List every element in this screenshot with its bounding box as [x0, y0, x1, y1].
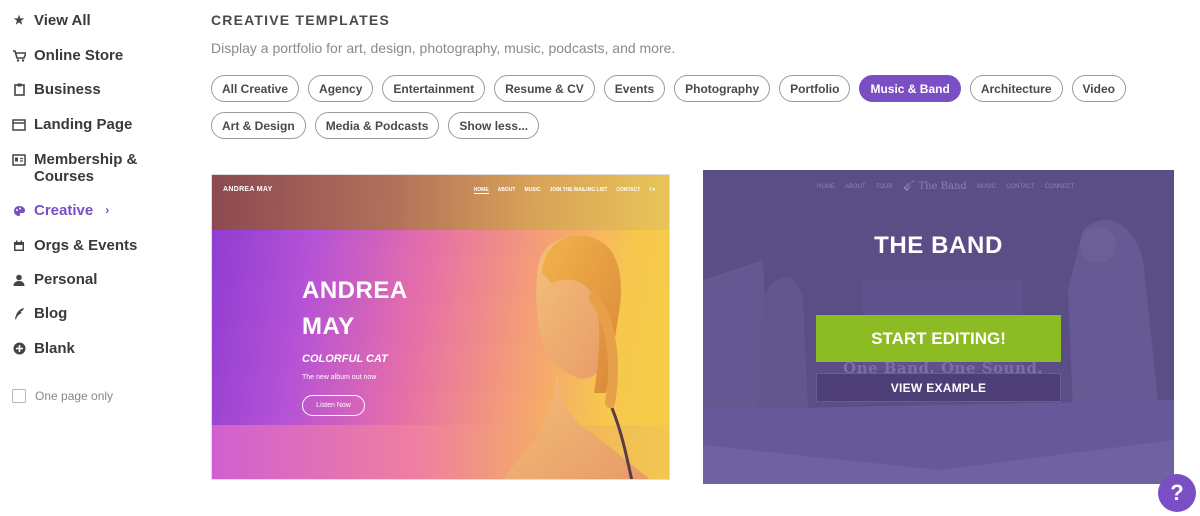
filter-chip-art-design[interactable]: Art & Design [211, 112, 306, 139]
filter-chip-portfolio[interactable]: Portfolio [779, 75, 851, 102]
sidebar-item-label: Blog [34, 305, 68, 322]
sidebar-item-label: Orgs & Events [34, 237, 138, 254]
andrea-tagline: The new album out now [302, 374, 377, 381]
band-nav-connect: CONNECT [1044, 183, 1075, 190]
template-card-the-band[interactable]: HOME ABOUT TOUR 🎸︎ The Band MUSIC CONTAC… [703, 170, 1174, 484]
band-nav-contact: CONTACT [1006, 183, 1035, 190]
andrea-menu-home: HOME [473, 187, 489, 194]
template-card-andrea-may[interactable]: ANDREA MAY HOME ABOUT MUSIC JOIN THE MAI… [211, 174, 670, 480]
star-icon: ★ [13, 13, 25, 27]
sidebar-item-label: Creative [34, 202, 94, 219]
andrea-menu-mailing-list: JOIN THE MAILING LIST [549, 187, 608, 193]
filter-chip-media-podcasts[interactable]: Media & Podcasts [314, 112, 440, 139]
filter-chips: All Creative Agency Entertainment Resume… [211, 75, 1171, 139]
band-nav-logo: 🎸︎ The Band [903, 181, 967, 192]
quill-icon [12, 305, 26, 322]
portrait-image [503, 235, 650, 479]
sidebar-item-personal[interactable]: Personal [12, 271, 97, 288]
cart-icon [12, 47, 26, 64]
andrea-logo: ANDREA MAY [223, 186, 273, 193]
band-nav-tour: TOUR [875, 183, 893, 190]
start-editing-button[interactable]: START EDITING! [816, 315, 1061, 362]
band-logo-text: The Band [918, 181, 967, 192]
sidebar-item-blank[interactable]: Blank [12, 340, 75, 357]
andrea-name: ANDREA MAY [302, 277, 407, 340]
andrea-menu-contact: CONTACT [616, 187, 641, 193]
band-nav-home: HOME [817, 183, 835, 190]
andrea-menu-social: f ▾ [649, 187, 655, 193]
filter-chip-music-band[interactable]: Music & Band [859, 75, 961, 102]
one-page-only-label: One page only [35, 389, 114, 403]
andrea-album: COLORFUL CAT [302, 353, 388, 365]
filter-chip-photography[interactable]: Photography [674, 75, 771, 102]
chevron-right-icon: › [105, 203, 110, 217]
filter-chip-architecture[interactable]: Architecture [969, 75, 1063, 102]
one-page-only-toggle[interactable]: One page only [12, 389, 113, 403]
browser-window-icon [12, 116, 26, 133]
person-icon [12, 271, 26, 288]
clipboard-icon [12, 81, 26, 98]
sidebar-item-view-all[interactable]: ★ View All [12, 12, 91, 29]
filter-chip-all-creative[interactable]: All Creative [211, 75, 300, 102]
show-less-button[interactable]: Show less... [448, 112, 540, 139]
page-title: CREATIVE TEMPLATES [211, 12, 390, 28]
filter-chip-video[interactable]: Video [1071, 75, 1126, 102]
filter-chip-agency[interactable]: Agency [308, 75, 374, 102]
sidebar-item-label: Membership & Courses [34, 151, 138, 185]
andrea-menu: HOME ABOUT MUSIC JOIN THE MAILING LIST C… [473, 187, 655, 194]
andrea-menu-about: ABOUT [497, 187, 516, 193]
sidebar-item-membership-courses[interactable]: Membership & Courses [12, 151, 144, 185]
filter-chip-entertainment[interactable]: Entertainment [382, 75, 486, 102]
andrea-menu-music: MUSIC [524, 187, 541, 193]
sidebar-item-online-store[interactable]: Online Store [12, 47, 123, 64]
sidebar-item-business[interactable]: Business [12, 81, 101, 98]
page-subtitle: Display a portfolio for art, design, pho… [211, 40, 676, 56]
sidebar-item-label: Business [34, 81, 101, 98]
sidebar-item-creative[interactable]: Creative › [12, 202, 109, 219]
sidebar-item-label: View All [34, 12, 91, 29]
sidebar-item-landing-page[interactable]: Landing Page [12, 116, 132, 133]
plus-circle-icon [12, 340, 26, 357]
band-nav-about: ABOUT [845, 183, 866, 190]
sidebar: ★ View All Online Store Business Landing… [0, 0, 180, 516]
guitar-icon: 🎸︎ [902, 181, 916, 192]
sidebar-item-orgs-events[interactable]: Orgs & Events [12, 237, 137, 254]
filter-chip-resume-cv[interactable]: Resume & CV [494, 75, 595, 102]
view-example-button[interactable]: VIEW EXAMPLE [816, 373, 1061, 402]
palette-icon [12, 202, 26, 219]
sidebar-item-label: Landing Page [34, 116, 133, 133]
band-nav: HOME ABOUT TOUR 🎸︎ The Band MUSIC CONTAC… [817, 181, 1074, 192]
listen-now-button: Listen Now [302, 395, 365, 416]
sidebar-item-label: Personal [34, 271, 98, 288]
filter-chip-events[interactable]: Events [603, 75, 666, 102]
sidebar-item-label: Blank [34, 340, 75, 357]
sidebar-item-blog[interactable]: Blog [12, 305, 67, 322]
band-nav-music: MUSIC [976, 183, 997, 190]
band-title: THE BAND [874, 232, 1003, 259]
one-page-only-checkbox[interactable] [12, 389, 26, 403]
calendar-icon [12, 237, 26, 254]
help-button[interactable]: ? [1158, 474, 1196, 512]
id-card-icon [12, 151, 26, 168]
sidebar-item-label: Online Store [34, 47, 124, 64]
